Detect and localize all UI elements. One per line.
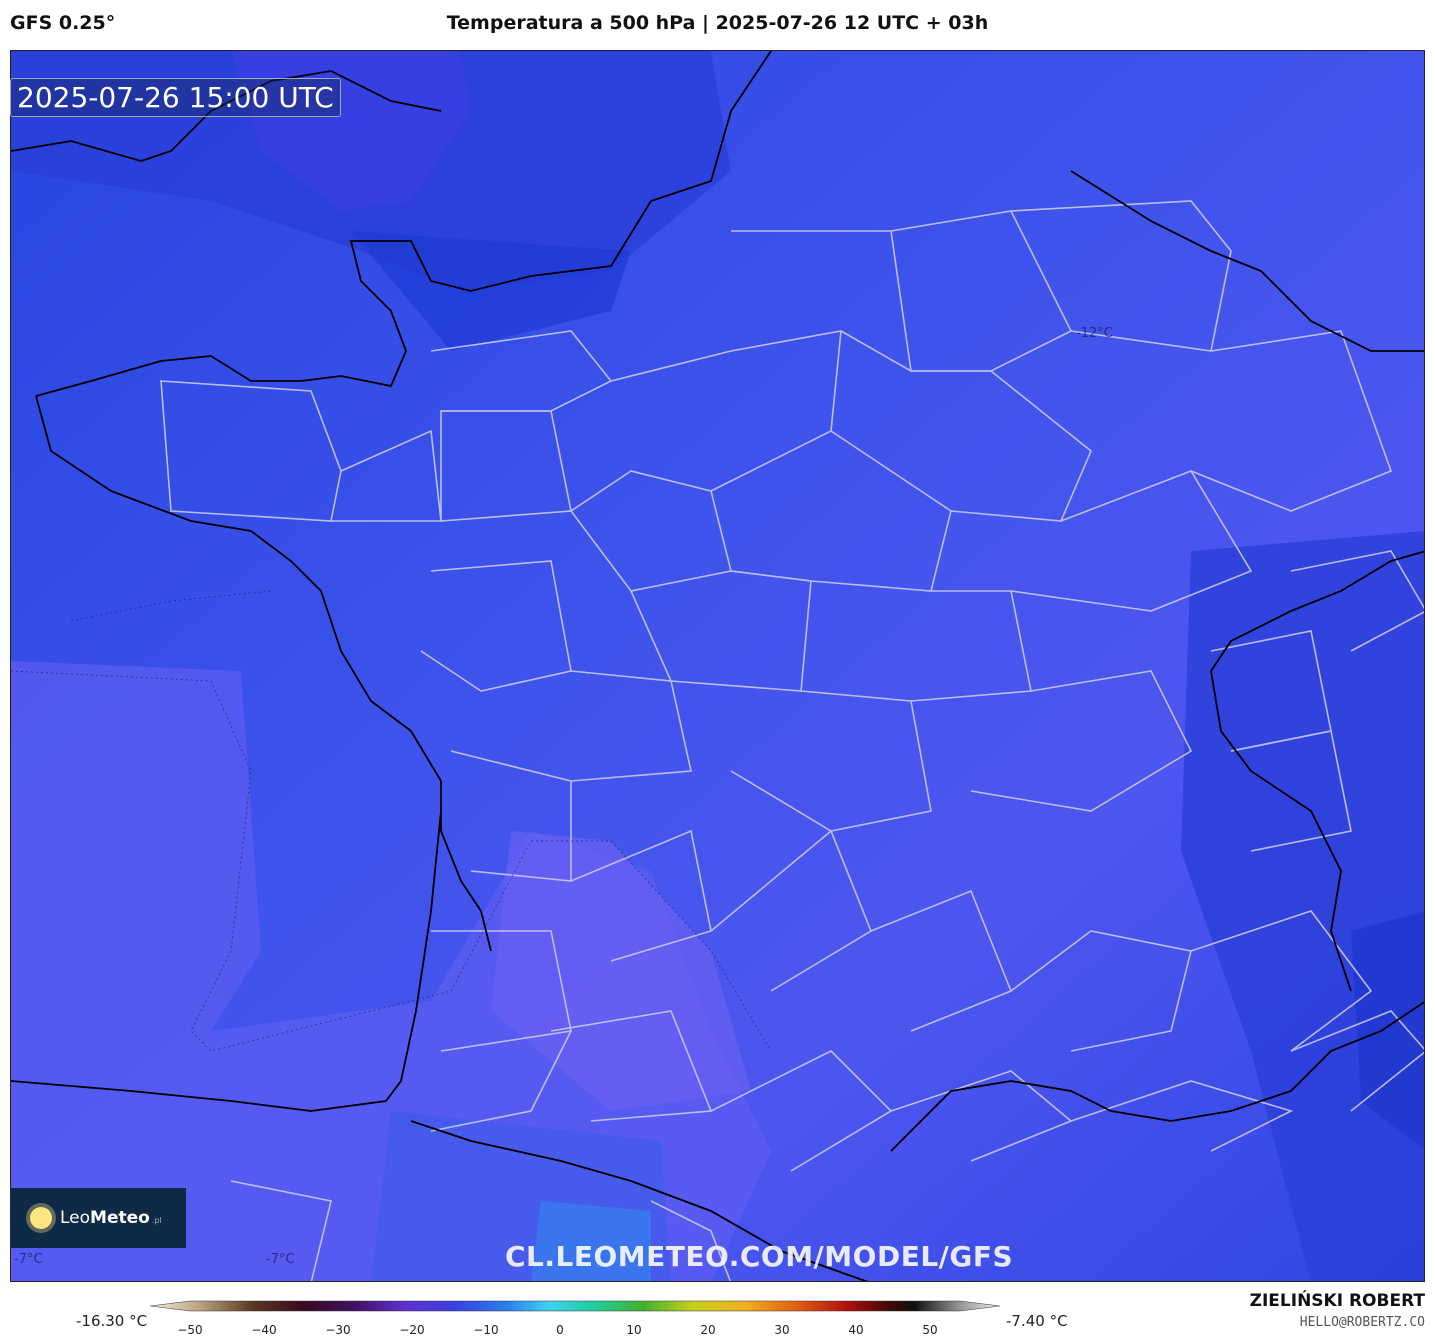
colorbar-tick: 10	[626, 1323, 642, 1337]
author-email[interactable]: HELLO@ROBERTZ.CO	[1300, 1315, 1425, 1330]
colorbar-tick: 50	[922, 1323, 938, 1337]
sun-icon	[30, 1207, 52, 1229]
logo-text: LeoMeteo .pl	[60, 1208, 162, 1228]
colorbar-tick: 0	[556, 1323, 564, 1337]
map-canvas	[11, 51, 1424, 1281]
legend-max-label: -7.40 °C	[1006, 1312, 1068, 1330]
colorbar-tick: −10	[473, 1323, 499, 1337]
colorbar-tick: 20	[700, 1323, 716, 1337]
valid-time-badge: 2025-07-26 15:00 UTC	[10, 78, 341, 117]
colorbar-tick: −50	[177, 1323, 203, 1337]
temperature-colorbar	[150, 1300, 1000, 1312]
colorbar-tick: 40	[848, 1323, 864, 1337]
map-title: Temperatura a 500 hPa | 2025-07-26 12 UT…	[446, 12, 989, 34]
isotherm-label: -12°C	[1076, 326, 1113, 341]
colorbar-tick: −30	[325, 1323, 351, 1337]
colorbar-tick: 30	[774, 1323, 790, 1337]
colorbar-tick: −40	[251, 1323, 277, 1337]
legend-min-label: -16.30 °C	[76, 1312, 148, 1330]
leometeo-logo[interactable]: LeoMeteo .pl	[10, 1188, 186, 1248]
temperature-map[interactable]	[10, 50, 1425, 1282]
colorbar-tick: −20	[399, 1323, 425, 1337]
isotherm-label: -7°C	[266, 1252, 295, 1267]
author-credit: ZIELIŃSKI ROBERT	[1249, 1291, 1425, 1311]
isotherm-label: -7°C	[14, 1252, 43, 1267]
source-watermark: CL.LEOMETEO.COM/MODEL/GFS	[505, 1240, 1014, 1273]
